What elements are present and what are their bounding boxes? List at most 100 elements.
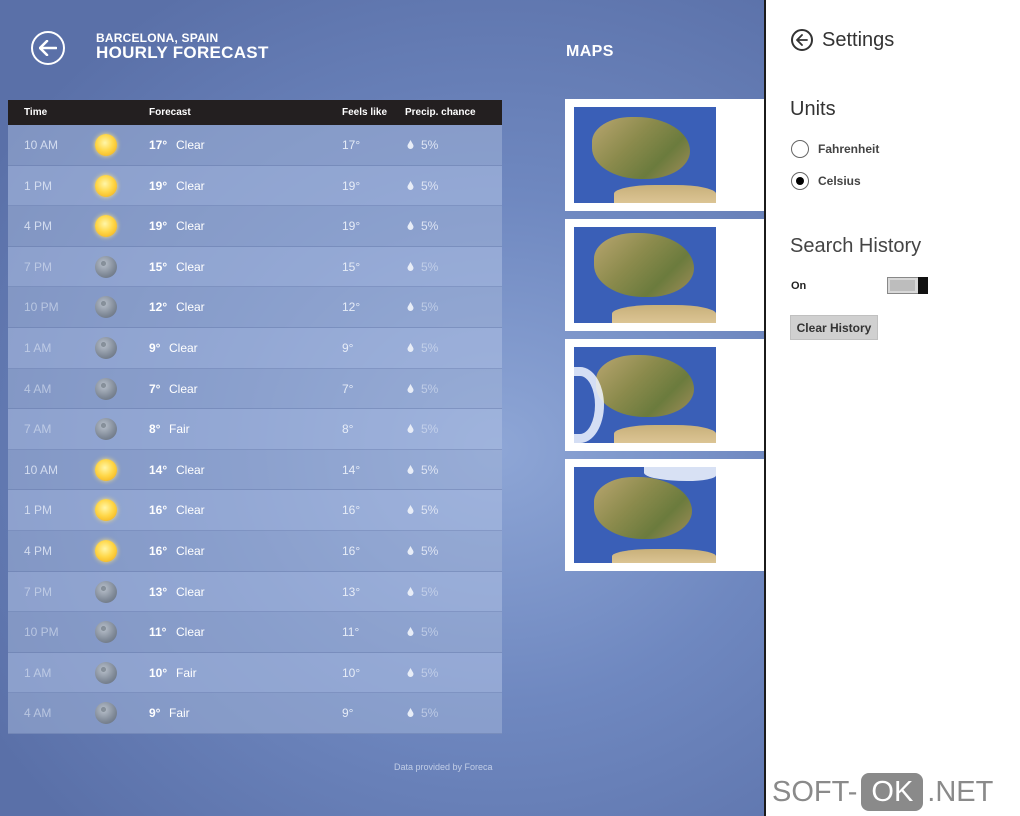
watermark-left: SOFT- xyxy=(772,775,858,808)
moon-icon xyxy=(95,296,117,319)
row-precip: 5% xyxy=(421,543,439,558)
col-time: Time xyxy=(24,107,48,118)
row-time: 10 PM xyxy=(24,625,59,640)
raindrop-icon xyxy=(407,302,414,312)
table-row: 4 AM 9° Fair 9° 5% xyxy=(8,693,502,734)
row-time: 4 PM xyxy=(24,219,53,234)
row-feels-like: 11° xyxy=(342,625,360,640)
table-row: 10 AM 17° Clear 17° 5% xyxy=(8,125,502,166)
table-row: 4 PM 19° Clear 19° 5% xyxy=(8,206,502,247)
row-precip: 5% xyxy=(421,503,439,518)
row-time: 4 AM xyxy=(24,706,52,721)
row-condition: Clear xyxy=(176,625,205,640)
raindrop-icon xyxy=(407,586,414,596)
settings-back-button[interactable] xyxy=(791,29,813,51)
row-precip: 5% xyxy=(421,381,439,396)
row-condition: Clear xyxy=(176,138,205,152)
row-time: 1 AM xyxy=(24,340,52,355)
row-precip: 5% xyxy=(421,665,439,680)
table-row: 10 PM 11° Clear 11° 5% xyxy=(8,612,502,653)
col-precip: Precip. chance xyxy=(405,107,476,118)
raindrop-icon xyxy=(407,221,414,231)
forecast-main: BARCELONA, SPAIN HOURLY FORECAST MAPS Ti… xyxy=(0,0,764,816)
row-precip: 5% xyxy=(421,584,439,599)
sun-icon xyxy=(95,499,117,522)
fahrenheit-radio[interactable] xyxy=(791,140,809,158)
moon-icon xyxy=(95,336,117,359)
row-precip: 5% xyxy=(421,340,439,355)
row-feels-like: 8° xyxy=(342,422,354,437)
fahrenheit-label[interactable]: Fahrenheit xyxy=(818,142,879,156)
watermark-right: .NET xyxy=(927,775,994,808)
row-temp: 9° xyxy=(149,340,161,355)
row-precip: 5% xyxy=(421,625,439,640)
raindrop-icon xyxy=(407,545,414,555)
raindrop-icon xyxy=(407,383,414,393)
col-forecast: Forecast xyxy=(149,107,191,118)
row-temp: 15° xyxy=(149,259,168,274)
row-temp: 11° xyxy=(149,625,167,640)
table-row: 1 PM 16° Clear 16° 5% xyxy=(8,490,502,531)
row-precip: 5% xyxy=(421,422,439,437)
units-heading: Units xyxy=(790,98,836,120)
row-time: 10 AM xyxy=(24,138,59,152)
sun-icon xyxy=(95,539,117,562)
moon-icon xyxy=(95,621,117,644)
map-image xyxy=(574,347,716,443)
row-feels-like: 7° xyxy=(342,381,354,396)
row-temp: 14° xyxy=(149,462,168,477)
row-condition: Fair xyxy=(176,665,197,680)
raindrop-icon xyxy=(407,180,414,190)
row-time: 7 AM xyxy=(24,422,52,437)
table-row: 10 AM 14° Clear 14° 5% xyxy=(8,449,502,491)
table-row: 10 PM 12° Clear 12° 5% xyxy=(8,287,502,328)
moon-icon xyxy=(95,377,117,400)
moon-icon xyxy=(95,580,117,603)
clear-history-button[interactable]: Clear History xyxy=(790,315,878,340)
map-thumbnail[interactable] xyxy=(565,219,764,331)
celsius-radio[interactable] xyxy=(791,172,809,190)
row-temp: 19° xyxy=(149,178,168,193)
search-history-toggle[interactable] xyxy=(887,277,928,294)
row-precip: 5% xyxy=(421,706,439,721)
raindrop-icon xyxy=(407,424,414,434)
row-feels-like: 14° xyxy=(342,462,361,477)
row-condition: Clear xyxy=(176,219,205,234)
sun-icon xyxy=(95,134,117,156)
row-precip: 5% xyxy=(421,138,439,152)
row-feels-like: 16° xyxy=(342,503,361,518)
row-temp: 9° xyxy=(149,706,161,721)
raindrop-icon xyxy=(407,667,414,677)
row-condition: Clear xyxy=(169,381,198,396)
row-feels-like: 16° xyxy=(342,543,361,558)
table-row: 7 PM 15° Clear 15° 5% xyxy=(8,246,502,288)
row-feels-like: 10° xyxy=(342,665,361,680)
row-time: 10 AM xyxy=(24,462,59,477)
row-feels-like: 12° xyxy=(342,300,361,315)
row-condition: Clear xyxy=(176,259,205,274)
back-button[interactable] xyxy=(31,31,65,65)
map-thumbnail[interactable] xyxy=(565,339,764,451)
raindrop-icon xyxy=(407,464,414,474)
row-time: 1 PM xyxy=(24,178,53,193)
row-temp: 12° xyxy=(149,300,168,315)
table-row: 4 PM 16° Clear 16° 5% xyxy=(8,530,502,572)
celsius-label[interactable]: Celsius xyxy=(818,174,861,188)
settings-title: Settings xyxy=(822,29,895,51)
row-condition: Clear xyxy=(176,503,205,518)
arrow-left-icon xyxy=(39,40,57,56)
raindrop-icon xyxy=(407,140,414,149)
row-temp: 13° xyxy=(149,584,168,599)
row-temp: 10° xyxy=(149,665,168,680)
row-temp: 19° xyxy=(149,219,168,234)
row-temp: 8° xyxy=(149,422,161,437)
settings-panel: Settings Units Fahrenheit Celsius Search… xyxy=(764,0,1020,816)
maps-heading[interactable]: MAPS xyxy=(566,43,614,61)
row-time: 7 PM xyxy=(24,584,53,599)
raindrop-icon xyxy=(407,342,414,352)
watermark: SOFT- OK .NET xyxy=(772,773,993,811)
row-feels-like: 9° xyxy=(342,340,354,355)
map-thumbnail[interactable] xyxy=(565,99,764,211)
map-thumbnail[interactable] xyxy=(565,459,764,571)
table-row: 7 PM 13° Clear 13° 5% xyxy=(8,571,502,613)
